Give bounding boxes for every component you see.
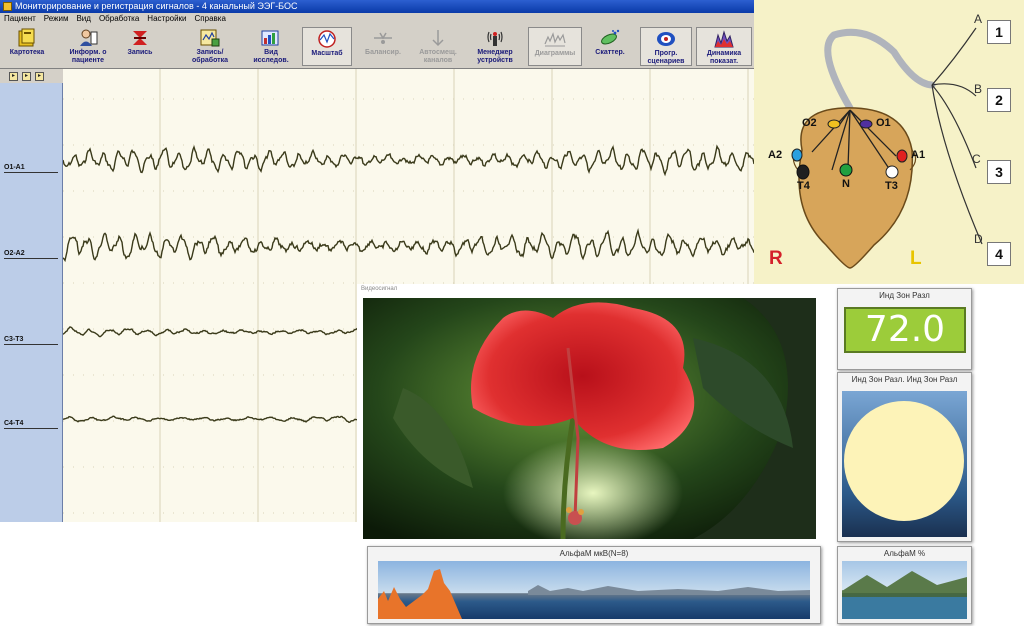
menu-mode[interactable]: Режим (40, 14, 73, 23)
electrode-a2 (791, 148, 803, 162)
head-diagram-graphic (791, 27, 983, 269)
toolbar: Картотека Информ. о пациенте Запись Запи… (0, 25, 754, 69)
balance-icon (374, 32, 392, 44)
menu-settings[interactable]: Настройки (143, 14, 190, 23)
electrode-o2 (827, 119, 841, 129)
scale-icon (318, 30, 336, 48)
menu-view[interactable]: Вид (72, 14, 94, 23)
menu-help[interactable]: Справка (191, 14, 230, 23)
left-hemisphere-label: L (910, 248, 922, 269)
menu-bar: Пациент Режим Вид Обработка Настройки Справка (0, 13, 754, 25)
channel-label-o2-a2[interactable]: O2-A2 (4, 249, 58, 259)
channel-label-o1-a1[interactable]: O1-A1 (4, 163, 58, 173)
label-a2: A2 (768, 149, 783, 161)
channel-label-c4-t4[interactable]: C4-T4 (4, 419, 58, 429)
record-processing-icon (200, 29, 220, 47)
label-o1: O1 (876, 117, 891, 129)
lead-letter-b: B (974, 82, 983, 96)
alpha-amplitude-panel: АльфаМ мкВ(N=8) (367, 546, 821, 624)
channel-select-button[interactable]: ▸ (22, 72, 31, 81)
electrode-t4 (796, 164, 810, 180)
channel-number-1: 1 (987, 20, 1011, 44)
alpha-amplitude-caption: АльфаМ мкВ(N=8) (559, 549, 629, 558)
channel-toolbar: ▸ ▸ ▸ (0, 69, 62, 83)
patient-info-icon (80, 29, 98, 46)
lead-letter-c: C (972, 152, 981, 166)
scenario-program-icon (657, 32, 675, 46)
study-view-button[interactable]: Вид исследов. (246, 27, 296, 66)
scenario-program-button[interactable]: Прогр. сценариев (640, 27, 692, 66)
title-bar: Мониторирование и регистрация сигналов -… (0, 0, 754, 13)
alpha-amplitude-strip (378, 561, 810, 619)
alpha-percent-image (842, 561, 967, 619)
zone-index-panel: Инд Зон Разл 72.0 (837, 288, 972, 370)
menu-processing[interactable]: Обработка (95, 14, 143, 23)
channel-list-panel: O1-A1 O2-A2 C3-T3 C4-T4 (0, 83, 63, 522)
device-manager-icon (487, 31, 503, 46)
hibiscus-image (363, 298, 816, 539)
channel-options-button[interactable]: ▸ (35, 72, 44, 81)
patient-info-button[interactable]: Информ. о пациенте (62, 27, 114, 66)
feedback-circle (844, 401, 964, 521)
electrode-a1 (896, 149, 908, 163)
card-file-icon (18, 28, 35, 47)
dynamics-icon (714, 30, 734, 48)
record-icon (133, 31, 147, 45)
card-file-button[interactable]: Картотека (4, 27, 50, 66)
dynamics-button[interactable]: Динамика показат. (696, 27, 752, 66)
balance-button[interactable]: Балансир. (358, 27, 408, 66)
auto-offset-icon (432, 30, 444, 47)
label-n: N (842, 178, 850, 190)
electrode-t3 (885, 165, 899, 179)
alpha-percent-caption: АльфаМ % (883, 549, 926, 558)
zone-index-value: 72.0 (844, 307, 966, 353)
label-a1: A1 (911, 149, 926, 161)
channel-number-4: 4 (987, 242, 1011, 266)
menu-patient[interactable]: Пациент (0, 14, 40, 23)
diagrams-icon (544, 32, 566, 47)
channel-number-3: 3 (987, 160, 1011, 184)
lead-letter-d: D (974, 232, 983, 246)
record-button[interactable]: Запись (120, 27, 160, 66)
diagrams-button[interactable]: Диаграммы (528, 27, 582, 66)
channel-add-button[interactable]: ▸ (9, 72, 18, 81)
label-o2: O2 (802, 117, 817, 129)
lead-letter-a: A (974, 12, 983, 26)
device-manager-button[interactable]: Менеджер устройств (468, 27, 522, 66)
zone-index-caption: Инд Зон Разл (879, 291, 930, 300)
circle-indicator (842, 391, 967, 537)
scatter-icon (601, 29, 620, 45)
channel-number-2: 2 (987, 88, 1011, 112)
electrode-o1 (859, 119, 873, 129)
electrode-n (839, 163, 853, 177)
label-t3: T3 (885, 180, 898, 192)
alpha-percent-panel: АльфаМ % (837, 546, 972, 624)
window-title: Мониторирование и регистрация сигналов -… (15, 1, 298, 11)
feedback-window-title: Видеосигнал (361, 286, 398, 292)
feedback-window: Видеосигнал Инд Зон Разл 72.0 Инд Зон Ра… (357, 284, 1024, 626)
auto-offset-button[interactable]: Автосмещ. каналов (412, 27, 464, 66)
electrode-diagram: O2 O1 A2 A1 T4 N T3 A B C D 1 2 3 4 R L (754, 0, 1024, 284)
study-view-icon (261, 30, 279, 46)
record-processing-button[interactable]: Запись/ обработка (184, 27, 236, 66)
right-hemisphere-label: R (769, 248, 783, 269)
zone-index-circle-panel: Инд Зон Разл. Инд Зон Разл (837, 372, 972, 542)
scale-button[interactable]: Масштаб (302, 27, 352, 66)
channel-label-c3-t3[interactable]: C3-T3 (4, 335, 58, 345)
app-icon (3, 2, 12, 11)
zone-index-circle-caption: Инд Зон Разл. Инд Зон Разл (851, 375, 958, 384)
label-t4: T4 (797, 180, 810, 192)
feedback-video-frame (363, 298, 816, 539)
scatter-button[interactable]: Скаттер. (586, 27, 634, 66)
